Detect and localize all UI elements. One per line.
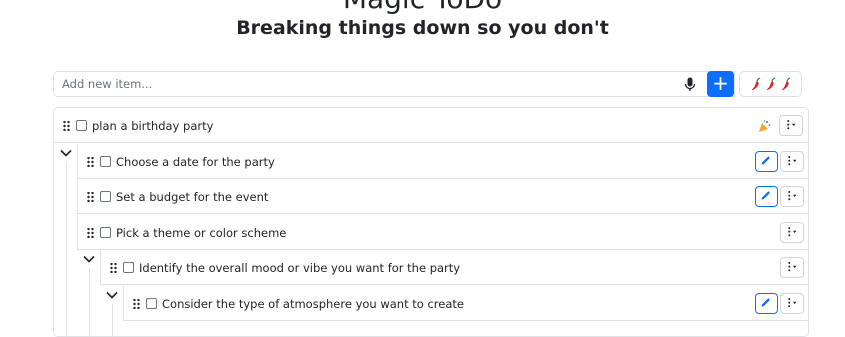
task-row: Set a budget for the event bbox=[77, 179, 808, 214]
edit-button[interactable] bbox=[755, 150, 778, 172]
party-popper-icon bbox=[759, 120, 771, 132]
task-label: Identify the overall mood or vibe you wa… bbox=[139, 261, 461, 275]
spiciness-button[interactable] bbox=[739, 71, 802, 97]
task-checkbox[interactable] bbox=[76, 120, 87, 131]
new-item-group bbox=[53, 71, 735, 97]
drag-handle-icon[interactable] bbox=[87, 227, 94, 238]
task-label: Set a budget for the event bbox=[116, 190, 269, 204]
drag-handle-icon[interactable] bbox=[63, 121, 70, 131]
task-label: Choose a date for the party bbox=[116, 154, 275, 169]
chevron-down-icon[interactable] bbox=[60, 149, 72, 157]
more-vertical-icon bbox=[788, 190, 797, 201]
item-menu-button[interactable] bbox=[780, 257, 804, 278]
pepper-icon bbox=[766, 77, 775, 91]
item-menu-button[interactable] bbox=[779, 115, 803, 136]
pencil-icon bbox=[761, 191, 770, 200]
drag-handle-icon[interactable] bbox=[110, 263, 117, 273]
page-title: Magic ToDo bbox=[0, 0, 845, 14]
more-vertical-icon bbox=[788, 155, 797, 165]
item-menu-button[interactable] bbox=[780, 150, 804, 172]
edit-button[interactable] bbox=[755, 186, 778, 207]
drag-handle-icon[interactable] bbox=[87, 156, 94, 167]
task-label: Pick a theme or color scheme bbox=[116, 225, 287, 240]
item-menu-button[interactable] bbox=[780, 186, 804, 207]
task-row: Pick a theme or color scheme bbox=[77, 214, 808, 250]
microphone-icon[interactable] bbox=[684, 77, 696, 92]
item-menu-button[interactable] bbox=[780, 221, 804, 243]
more-vertical-icon bbox=[788, 226, 797, 236]
page-subtitle: Breaking things down so you don't bbox=[236, 17, 609, 39]
item-menu-button[interactable] bbox=[780, 292, 804, 314]
task-checkbox[interactable] bbox=[100, 191, 111, 202]
chevron-down-icon[interactable] bbox=[106, 291, 118, 299]
drag-handle-icon[interactable] bbox=[133, 298, 140, 309]
add-item-button[interactable]: + bbox=[707, 71, 734, 97]
task-checkbox[interactable] bbox=[100, 155, 111, 167]
tree-connector-line bbox=[89, 268, 90, 336]
task-row: plan a birthday party bbox=[54, 108, 808, 143]
pepper-icon bbox=[781, 77, 790, 91]
pepper-icon bbox=[751, 77, 760, 91]
task-checkbox[interactable] bbox=[146, 297, 157, 309]
new-item-input[interactable] bbox=[54, 72, 690, 96]
task-row: Consider the type of atmosphere you want… bbox=[123, 285, 808, 321]
task-row: Choose a date for the party bbox=[77, 143, 808, 179]
more-vertical-icon bbox=[787, 119, 796, 130]
pencil-icon bbox=[761, 155, 770, 165]
pencil-icon bbox=[761, 297, 770, 307]
more-vertical-icon bbox=[788, 297, 797, 307]
todo-list: plan a birthday party Choose a date for t… bbox=[53, 107, 809, 337]
chevron-down-icon[interactable] bbox=[83, 255, 95, 263]
drag-handle-icon[interactable] bbox=[87, 192, 94, 202]
task-label: plan a birthday party bbox=[92, 119, 214, 133]
task-checkbox[interactable] bbox=[100, 226, 111, 238]
task-row: Identify the overall mood or vibe you wa… bbox=[100, 250, 808, 285]
more-vertical-icon bbox=[788, 261, 797, 272]
task-checkbox[interactable] bbox=[123, 262, 134, 273]
task-label: Consider the type of atmosphere you want… bbox=[162, 296, 464, 311]
tree-connector-line bbox=[66, 162, 67, 336]
edit-button[interactable] bbox=[755, 292, 778, 314]
